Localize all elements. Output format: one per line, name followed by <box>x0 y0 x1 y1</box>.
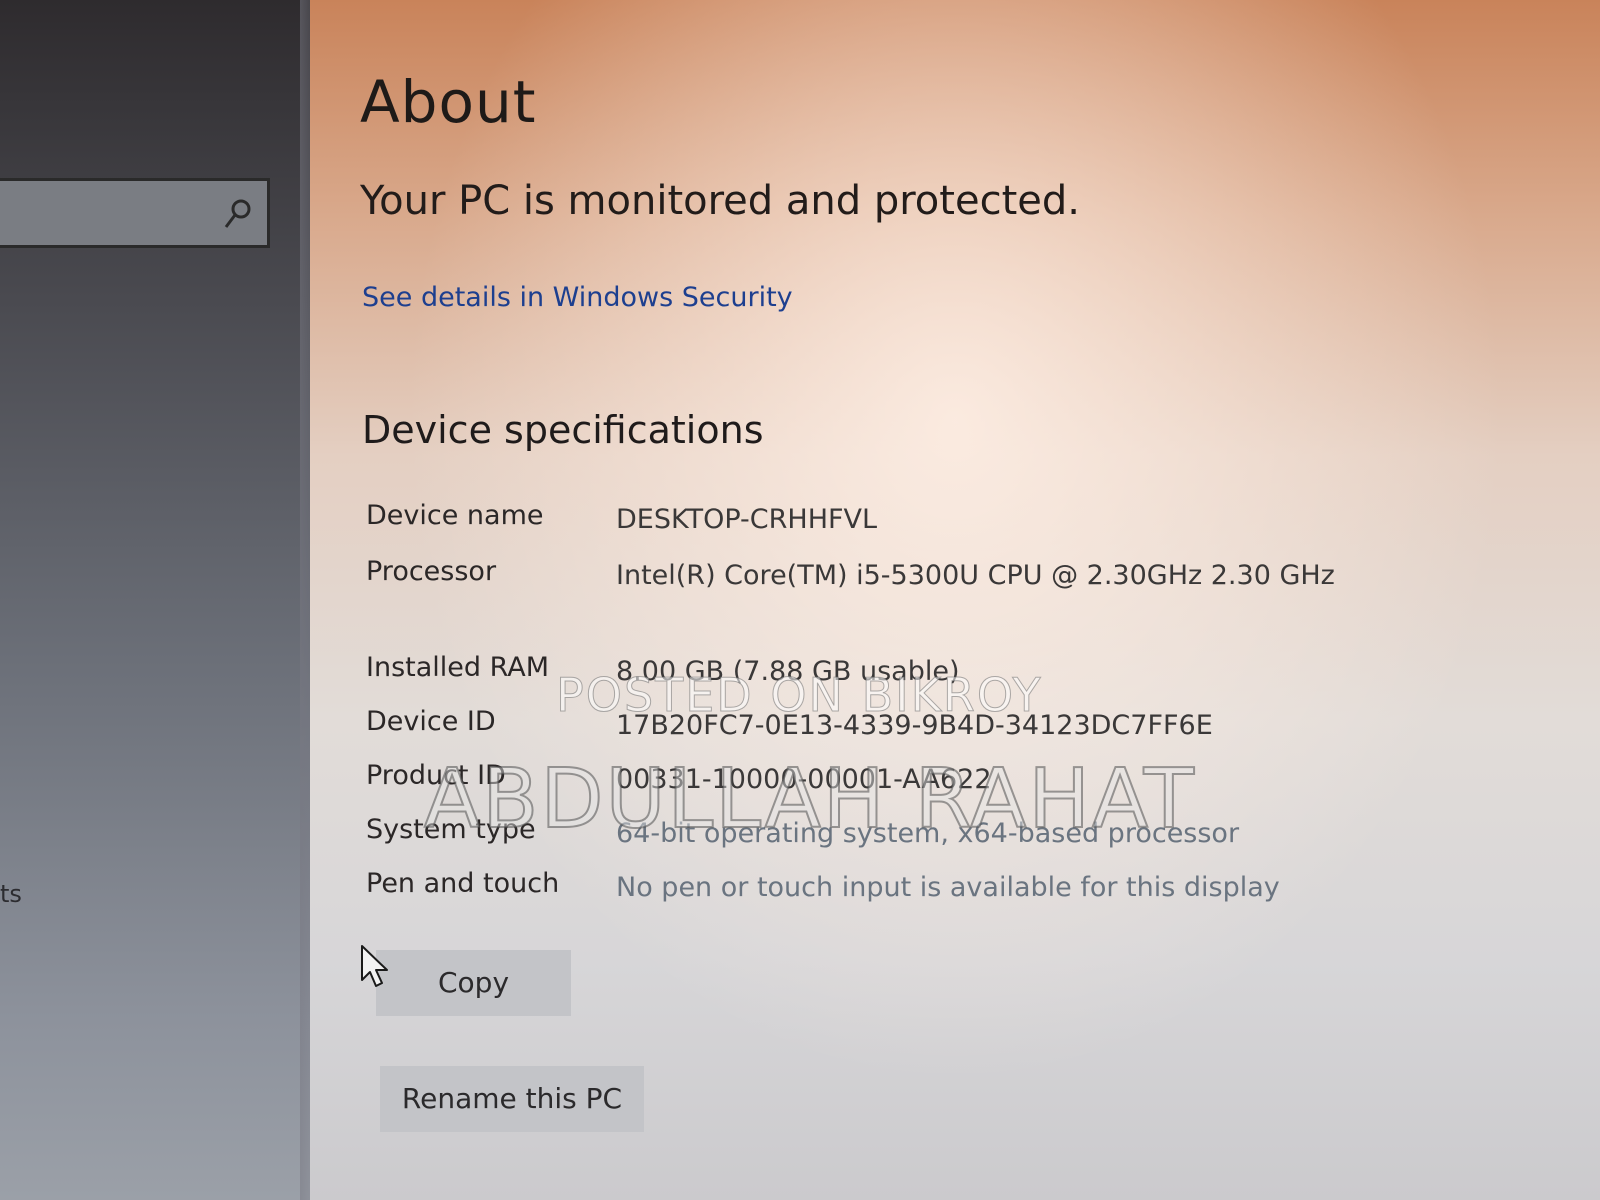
device-specifications-heading: Device specifications <box>362 408 764 452</box>
spec-label: Pen and touch <box>366 868 560 899</box>
spec-label: Processor <box>366 556 497 587</box>
copy-button[interactable]: Copy <box>376 950 571 1016</box>
rename-pc-button[interactable]: Rename this PC <box>380 1066 644 1132</box>
sidebar: ts <box>0 0 310 1200</box>
spec-label: Device ID <box>366 706 496 737</box>
search-input[interactable] <box>0 178 270 248</box>
search-icon[interactable] <box>223 197 253 231</box>
windows-security-link[interactable]: See details in Windows Security <box>362 282 793 313</box>
page-title: About <box>360 68 537 136</box>
sidebar-item-partial[interactable]: ts <box>0 880 22 908</box>
protection-status-heading: Your PC is monitored and protected. <box>360 178 1080 224</box>
spec-value: DESKTOP-CRHHFVL <box>616 504 878 535</box>
mouse-cursor-icon <box>361 945 388 987</box>
watermark-line-1: POSTED ON BIKROY <box>556 668 1043 723</box>
spec-label: Installed RAM <box>366 652 550 683</box>
spec-value: Intel(R) Core(TM) i5-5300U CPU @ 2.30GHz… <box>616 560 1335 591</box>
about-panel: About Your PC is monitored and protected… <box>310 0 1600 1200</box>
spec-label: Device name <box>366 500 544 531</box>
watermark-line-2: ABDULLAH RAHAT <box>423 751 1196 848</box>
spec-value: No pen or touch input is available for t… <box>616 872 1280 903</box>
